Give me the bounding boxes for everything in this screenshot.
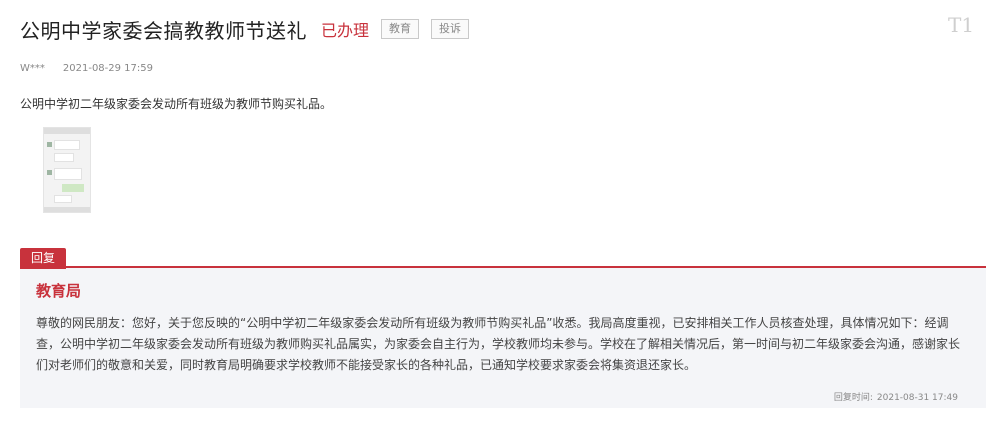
category-tag[interactable]: 教育 [381, 19, 420, 39]
thumb-bubble [54, 168, 82, 180]
image-thumbnail-icon[interactable] [43, 127, 91, 213]
reply-org: 教育局 [36, 282, 82, 300]
reply-box: 教育局 尊敬的网民朋友：您好，关于您反映的“公明中学初二年级家委会发动所有班级为… [20, 266, 986, 408]
post-time: 2021-08-29 17:59 [62, 63, 154, 74]
reply-time-value: 2021-08-31 17:49 [876, 393, 958, 403]
thumb-bottombar [44, 207, 90, 212]
reply-time: 回复时间: 2021-08-31 17:49 [834, 390, 958, 403]
reply-text: 尊敬的网民朋友：您好，关于您反映的“公明中学初二年级家委会发动所有班级为教师节购… [36, 316, 961, 372]
post-meta: W*** 2021-08-29 17:59 [20, 63, 153, 74]
thumb-bubble [54, 195, 72, 203]
font-size-icon[interactable]: T1 [948, 12, 974, 38]
author-name: W*** [20, 63, 45, 74]
reply-time-label: 回复时间: [833, 393, 873, 403]
type-tag[interactable]: 投诉 [431, 19, 470, 39]
title-row: 公明中学家委会搞教教师节送礼 已办理 教育 投诉 [20, 14, 470, 44]
post-page: 公明中学家委会搞教教师节送礼 已办理 教育 投诉 T1 W*** 2021-08-… [0, 0, 1000, 438]
thumb-bubble [54, 140, 80, 150]
thumb-avatar [47, 170, 52, 175]
thumb-avatar [47, 142, 52, 147]
status-label: 已办理 [321, 21, 370, 40]
post-content: 公明中学初二年级家委会发动所有班级为教师节购买礼品。 [20, 97, 333, 111]
thumb-bubble [54, 153, 74, 162]
thumb-green-bubble [62, 184, 84, 192]
thumb-topbar [44, 128, 90, 134]
page-title: 公明中学家委会搞教教师节送礼 [20, 18, 307, 43]
reply-tab: 回复 [20, 248, 66, 269]
